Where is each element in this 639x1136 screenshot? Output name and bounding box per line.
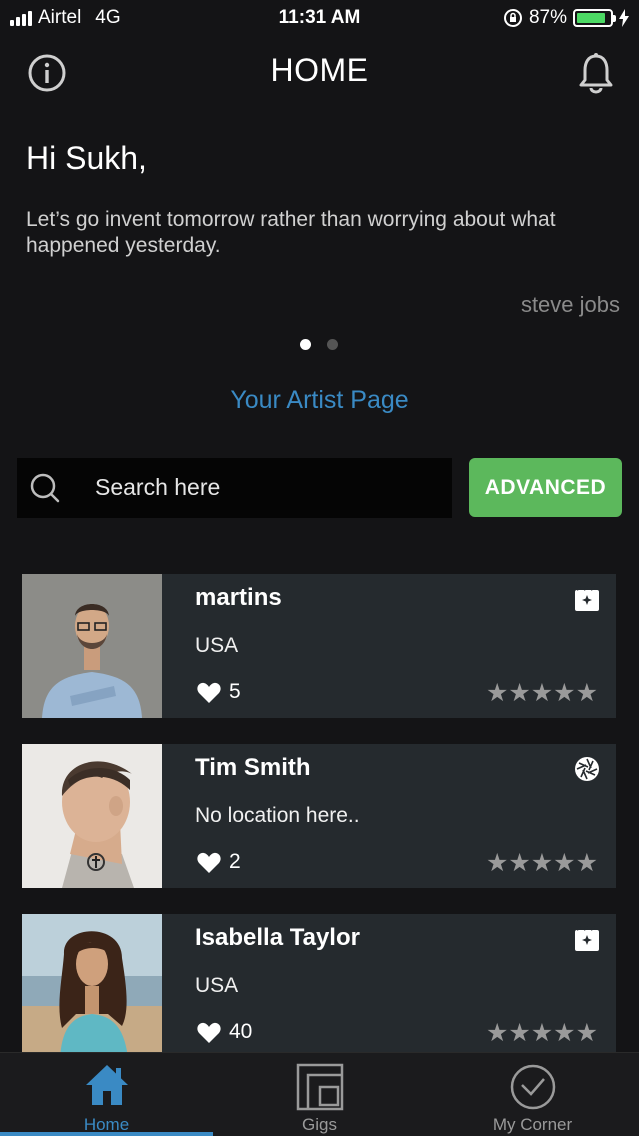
- artist-name[interactable]: martins: [195, 584, 282, 612]
- heart-icon: [197, 852, 221, 873]
- artist-photo: [22, 574, 162, 718]
- artist-name[interactable]: Isabella Taylor: [195, 924, 360, 952]
- artist-location: USA: [195, 974, 239, 997]
- artist-location: No location here..: [195, 804, 360, 827]
- artist-page-link[interactable]: Your Artist Page: [0, 386, 639, 415]
- artist-list: martins USA 5 ★★★★★ Tim Smith No locatio…: [22, 574, 616, 1084]
- artist-photo: [22, 914, 162, 1058]
- artist-location: USA: [195, 634, 239, 657]
- orientation-lock-icon: [503, 9, 522, 27]
- quote-text: Let’s go invent tomorrow rather than wor…: [26, 208, 556, 257]
- rating-stars: ★★★★★: [485, 679, 598, 707]
- artist-card[interactable]: martins USA 5 ★★★★★: [22, 574, 616, 718]
- likes-value: 2: [229, 850, 241, 873]
- likes-count[interactable]: 2: [197, 850, 241, 874]
- rating-stars: ★★★★★: [485, 1019, 598, 1047]
- tab-my-corner[interactable]: My Corner: [426, 1053, 639, 1136]
- tab-label: Home: [83, 1115, 130, 1134]
- battery-info: 87%: [503, 7, 629, 29]
- app-header: HOME: [0, 46, 639, 96]
- artist-photo: [22, 744, 162, 888]
- battery-icon: [573, 9, 616, 27]
- gigs-icon: [296, 1063, 343, 1111]
- quote-author: steve jobs: [520, 292, 620, 317]
- charging-bolt-icon: [619, 9, 629, 27]
- camera-aperture-icon: [575, 757, 599, 781]
- tab-gigs[interactable]: Gigs: [213, 1053, 426, 1136]
- tab-label: Gigs: [302, 1115, 337, 1134]
- greeting: Hi Sukh,: [26, 140, 147, 176]
- artist-card[interactable]: Isabella Taylor USA 40 ★★★★★: [22, 914, 616, 1058]
- likes-count[interactable]: 5: [197, 680, 241, 704]
- rating-stars: ★★★★★: [485, 849, 598, 877]
- search-icon: [30, 473, 60, 503]
- clock-check-icon: [510, 1064, 555, 1110]
- likes-value: 5: [229, 680, 241, 703]
- advanced-search-button[interactable]: ADVANCED: [469, 458, 622, 517]
- likes-value: 40: [229, 1020, 253, 1043]
- heart-icon: [197, 1022, 221, 1043]
- artist-card[interactable]: Tim Smith No location here.. 2 ★★★★★: [22, 744, 616, 888]
- tab-home[interactable]: Home: [0, 1053, 213, 1136]
- carousel-dot[interactable]: [300, 339, 311, 350]
- artist-name[interactable]: Tim Smith: [195, 754, 311, 782]
- search-input[interactable]: Search here: [95, 474, 220, 501]
- home-icon: [85, 1065, 128, 1105]
- search-bar[interactable]: Search here: [17, 458, 452, 518]
- rating-value: ★★★★★: [485, 679, 598, 707]
- bottom-tab-bar: Home Gigs My Corner: [0, 1052, 639, 1136]
- clapperboard-icon: [575, 586, 599, 611]
- rating-value: ★★★★★: [485, 849, 598, 877]
- likes-count[interactable]: 40: [197, 1020, 252, 1044]
- rating-value: ★★★★★: [485, 1019, 598, 1047]
- carousel-indicator[interactable]: [300, 339, 338, 350]
- tab-label: My Corner: [492, 1115, 573, 1134]
- bell-icon[interactable]: [576, 52, 616, 94]
- battery-percent: 87%: [528, 7, 567, 28]
- carousel-dot[interactable]: [327, 339, 338, 350]
- status-bar: Airtel 4G 11:31 AM 87%: [0, 0, 639, 36]
- heart-icon: [197, 682, 221, 703]
- page-title: HOME: [270, 52, 369, 88]
- clapperboard-icon: [575, 926, 599, 951]
